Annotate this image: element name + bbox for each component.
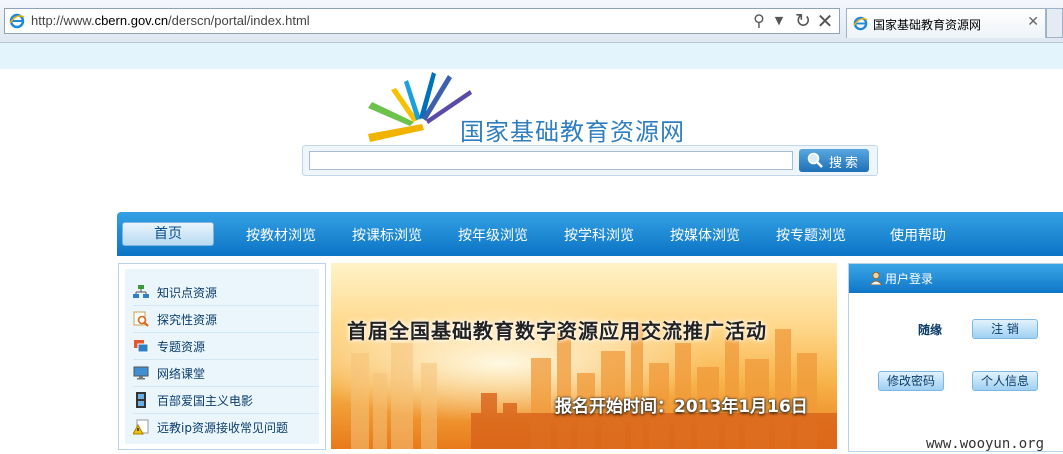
magnifier-icon [807,152,823,168]
search-button-label: 搜索 [829,156,862,171]
windows-icon [134,340,149,353]
city-skyline-graphic [351,323,837,449]
film-icon [136,392,146,408]
ie-icon [9,13,25,29]
search-bar: 搜索 [302,145,878,176]
user-icon [869,271,883,285]
search-input[interactable] [309,151,793,170]
site-title: 国家基础教育资源网 [460,118,685,146]
refresh-icon[interactable]: ↻ [793,11,813,31]
sidebar-item-knowledge[interactable]: 知识点资源 [133,279,319,306]
sidebar-item-inquiry[interactable]: 探究性资源 [133,306,319,333]
network-icon [133,285,149,298]
event-banner[interactable]: 首届全国基础教育数字资源应用交流推广活动 报名开始时间：2013年1月16日 [331,263,837,449]
nav-item-textbook[interactable]: 按教材浏览 [246,225,316,245]
profile-button[interactable]: 个人信息 [972,371,1038,391]
address-bar[interactable]: http://www.cbern.gov.cn/derscn/portal/in… [4,8,840,34]
browser-toolbar: http://www.cbern.gov.cn/derscn/portal/in… [0,0,1063,43]
login-header: 用户登录 [849,264,1063,293]
warning-doc-icon [133,419,149,435]
resource-sidebar: 知识点资源 探究性资源 专题资源 网络课堂 百部爱国主义电影 远教ip资源接收常… [118,263,326,450]
nav-item-help[interactable]: 使用帮助 [890,225,946,245]
search-button[interactable]: 搜索 [799,149,869,172]
nav-item-grade[interactable]: 按年级浏览 [458,225,528,245]
sidebar-item-topics[interactable]: 专题资源 [133,333,319,360]
nav-item-media[interactable]: 按媒体浏览 [670,225,740,245]
close-tab-icon[interactable]: ✕ [1027,14,1039,30]
nav-item-curriculum[interactable]: 按课标浏览 [352,225,422,245]
login-panel: 用户登录 随缘 注 销 修改密码 个人信息 [848,263,1063,452]
nav-home[interactable]: 首页 [122,222,214,246]
logout-button[interactable]: 注 销 [972,319,1038,339]
new-tab-button[interactable] [1046,8,1063,38]
banner-headline: 首届全国基础教育数字资源应用交流推广活动 [347,319,767,343]
url-text: http://www.cbern.gov.cn/derscn/portal/in… [31,13,310,28]
login-title: 用户登录 [885,272,934,286]
stop-icon[interactable]: ✕ [815,11,835,31]
sidebar-item-movies[interactable]: 百部爱国主义电影 [133,387,319,414]
magnifier-doc-icon [133,311,149,327]
search-icon[interactable]: ⚲ [749,11,769,31]
top-strip [0,43,1063,69]
sidebar-item-online-class[interactable]: 网络课堂 [133,360,319,387]
tab-title: 国家基础教育资源网 [873,18,982,32]
ie-icon [853,16,868,31]
watermark: www.wooyun.org [926,436,1045,452]
username: 随缘 [918,323,943,337]
nav-item-topic[interactable]: 按专题浏览 [776,225,846,245]
banner-date: 报名开始时间：2013年1月16日 [555,397,808,417]
browser-tab[interactable]: 国家基础教育资源网 ✕ [846,8,1046,38]
dropdown-arrow-icon[interactable]: ▼ [769,11,789,31]
sidebar-item-faq[interactable]: 远教ip资源接收常见问题 [133,414,319,440]
change-password-button[interactable]: 修改密码 [878,371,944,391]
nav-item-subject[interactable]: 按学科浏览 [564,225,634,245]
monitor-icon [133,366,149,380]
main-nav: 首页 按教材浏览 按课标浏览 按年级浏览 按学科浏览 按媒体浏览 按专题浏览 使… [117,212,1063,256]
